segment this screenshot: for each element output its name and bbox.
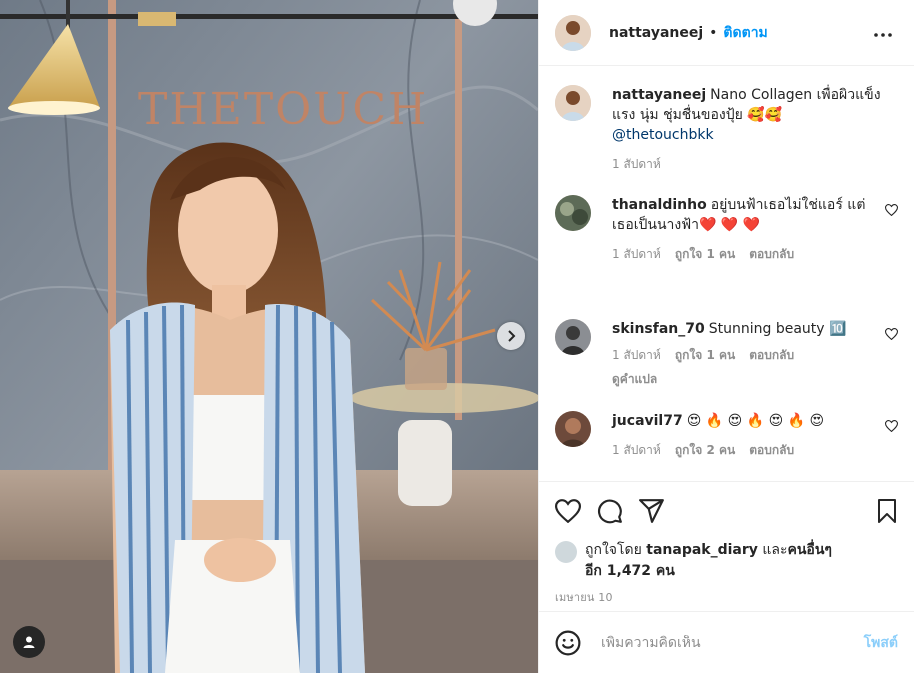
follow-button[interactable]: ติดตาม <box>723 22 767 44</box>
comment-username[interactable]: thanaldinho <box>612 197 707 213</box>
liked-by-prefix: ถูกใจโดย <box>585 542 642 558</box>
emoji-button[interactable] <box>555 630 581 656</box>
comment-like-button[interactable] <box>884 201 899 220</box>
author-username[interactable]: nattayaneej <box>609 25 703 41</box>
separator-dot: • <box>709 24 718 41</box>
comment-likes[interactable]: ถูกใจ 1 คน <box>675 345 735 365</box>
comment-meta: 1 สัปดาห์ ถูกใจ 1 คน ตอบกลับ <box>612 345 884 365</box>
commenter-avatar[interactable] <box>555 195 591 231</box>
save-button[interactable] <box>876 499 898 523</box>
liked-by: ถูกใจโดย tanapak_diary และคนอื่นๆ อีก 1,… <box>555 540 898 582</box>
see-translation-button[interactable]: ดูคำแปล <box>612 369 884 389</box>
liked-by-user[interactable]: tanapak_diary <box>646 542 758 558</box>
caption-mention[interactable]: @thetouchbkk <box>612 127 714 143</box>
comment-like-button[interactable] <box>884 325 899 344</box>
emoji-smile-icon <box>555 630 581 655</box>
post-photo[interactable]: THETOUCH <box>0 0 538 673</box>
comment-meta: 1 สัปดาห์ ถูกใจ 1 คน ตอบกลับ <box>612 244 884 264</box>
comment-row: thanaldinho อยู่บนฟ้าเธอไม่ใช่แอร์ แต่เธอ… <box>555 195 899 319</box>
add-comment-bar: โพสต์ <box>539 611 914 673</box>
comment-likes[interactable]: ถูกใจ 1 คน <box>675 244 735 264</box>
commenter-avatar[interactable] <box>555 411 591 447</box>
commenter-avatar-image <box>555 319 591 355</box>
post-actions: ถูกใจโดย tanapak_diary และคนอื่นๆ อีก 1,… <box>539 481 914 611</box>
post-comment-button[interactable]: โพสต์ <box>864 632 898 654</box>
more-options-button[interactable] <box>874 22 892 41</box>
carousel-next-button[interactable] <box>497 322 525 350</box>
liked-by-count[interactable]: อีก 1,472 คน <box>585 563 675 579</box>
caption-text-line: nattayaneej Nano Collagen เพื่อผิวแข็งแรง… <box>612 85 884 145</box>
caption-time[interactable]: 1 สัปดาห์ <box>612 154 661 174</box>
more-horizontal-icon <box>874 33 892 37</box>
comment-time[interactable]: 1 สัปดาห์ <box>612 244 661 264</box>
commenter-avatar-image <box>555 411 591 447</box>
comment-username[interactable]: skinsfan_70 <box>612 321 705 337</box>
author-avatar-image <box>555 85 591 121</box>
tagged-users-button[interactable] <box>13 626 45 658</box>
liked-by-avatar[interactable] <box>555 541 577 563</box>
comment-username[interactable]: jucavil77 <box>612 413 683 429</box>
comment-time[interactable]: 1 สัปดาห์ <box>612 345 661 365</box>
heart-outline-icon <box>884 328 899 341</box>
comments-list[interactable]: nattayaneej Nano Collagen เพื่อผิวแข็งแรง… <box>539 67 914 480</box>
post-image: THETOUCH <box>0 0 538 673</box>
post-modal: THETOUCH nattayaneej • ติดตาม nattayanee… <box>0 0 914 673</box>
heart-outline-icon <box>555 499 581 523</box>
caption: nattayaneej Nano Collagen เพื่อผิวแข็งแรง… <box>555 85 898 195</box>
comment-body: jucavil77 😍 🔥 😍 🔥 😍 🔥 😍 1 สัปดาห์ ถูกใจ 2… <box>612 411 884 460</box>
reply-button[interactable]: ตอบกลับ <box>749 244 794 264</box>
reply-button[interactable]: ตอบกลับ <box>749 440 794 460</box>
comment-time[interactable]: 1 สัปดาห์ <box>612 440 661 460</box>
like-button[interactable] <box>555 499 581 523</box>
comment-body: skinsfan_70 Stunning beauty 🔟 1 สัปดาห์ ถ… <box>612 319 884 411</box>
caption-body: nattayaneej Nano Collagen เพื่อผิวแข็งแรง… <box>612 85 884 195</box>
action-bar <box>555 496 898 526</box>
comment-meta: 1 สัปดาห์ ถูกใจ 2 คน ตอบกลับ <box>612 440 884 460</box>
paper-plane-icon <box>639 499 664 523</box>
comment-button[interactable] <box>597 498 623 524</box>
share-button[interactable] <box>639 499 665 523</box>
post-side-panel: nattayaneej • ติดตาม nattayaneej Nano Co… <box>538 0 914 673</box>
comment-like-button[interactable] <box>884 417 899 436</box>
comment-text: Stunning beauty 🔟 <box>708 321 847 337</box>
heart-outline-icon <box>884 204 899 217</box>
comment-row: jucavil77 😍 🔥 😍 🔥 😍 🔥 😍 1 สัปดาห์ ถูกใจ 2… <box>555 411 899 460</box>
caption-meta: 1 สัปดาห์ <box>612 154 884 174</box>
comment-text: 😍 🔥 😍 🔥 😍 🔥 😍 <box>686 413 825 429</box>
author-avatar[interactable] <box>555 85 591 121</box>
user-tag-icon <box>23 636 35 648</box>
comment-body: thanaldinho อยู่บนฟ้าเธอไม่ใช่แอร์ แต่เธอ… <box>612 195 884 319</box>
reply-button[interactable]: ตอบกลับ <box>749 345 794 365</box>
bookmark-icon <box>878 499 896 523</box>
chevron-right-icon <box>508 330 516 342</box>
post-date[interactable]: เมษายน 10 <box>555 588 898 606</box>
author-avatar-image <box>555 14 591 51</box>
commenter-avatar[interactable] <box>555 319 591 355</box>
comment-input[interactable] <box>601 634 831 651</box>
liked-by-and: และ <box>762 542 788 558</box>
comment-bubble-icon <box>598 499 622 524</box>
post-header: nattayaneej • ติดตาม <box>539 0 914 66</box>
heart-outline-icon <box>884 420 899 433</box>
comment-row: skinsfan_70 Stunning beauty 🔟 1 สัปดาห์ ถ… <box>555 319 899 411</box>
liked-by-text: ถูกใจโดย tanapak_diary และคนอื่นๆ อีก 1,… <box>585 540 832 582</box>
commenter-avatar-image <box>555 195 591 231</box>
author-avatar[interactable] <box>555 14 591 51</box>
comment-likes[interactable]: ถูกใจ 2 คน <box>675 440 735 460</box>
liked-by-others[interactable]: คนอื่นๆ <box>787 542 831 558</box>
caption-username[interactable]: nattayaneej <box>612 87 706 103</box>
photo-sign-text: THETOUCH <box>138 84 428 135</box>
